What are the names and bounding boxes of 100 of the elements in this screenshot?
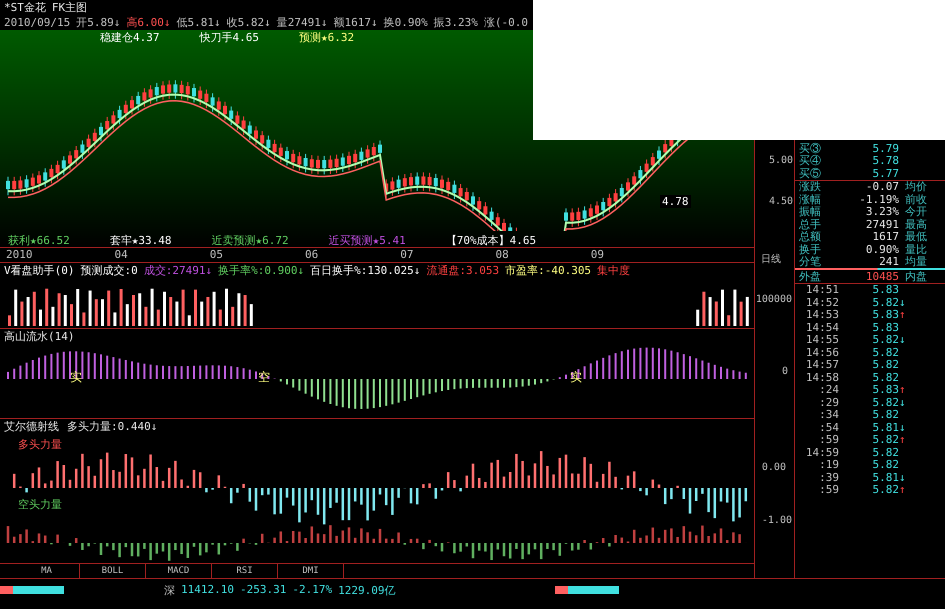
tick-time: :54 <box>818 420 839 434</box>
date-label: 07 <box>400 248 414 262</box>
stat-label: 外盘 <box>799 268 822 284</box>
tick-price: 5.82 <box>872 346 899 359</box>
date-label: 2010 <box>6 248 32 262</box>
quote-value: 振3.23% <box>434 15 478 30</box>
indicator-value: V看盘助手(0) <box>4 263 74 278</box>
stat-value: 1617 <box>872 230 899 244</box>
quote-value: 量27491↓ <box>276 15 328 30</box>
tick-direction: ↓ <box>899 333 906 346</box>
stat-label: 均价 <box>905 179 927 194</box>
indicator-value: 稳建仓4.37 <box>100 30 160 44</box>
tick-price: 5.82 <box>872 296 899 309</box>
stat-label: 今开 <box>905 204 927 218</box>
tick-direction: ↓ <box>899 420 906 434</box>
stat-value: 0.90% <box>864 242 899 256</box>
price-label: 4.78 <box>660 195 690 208</box>
tick-price: 5.82 <box>872 446 899 459</box>
quote-value: 开5.89↓ <box>76 15 120 30</box>
stat-label: 换手 <box>799 242 822 256</box>
tick-direction: ↑ <box>899 383 906 396</box>
tick-time: :34 <box>818 408 839 422</box>
tick-time: :29 <box>818 396 839 409</box>
stat-label: 最低 <box>905 230 927 244</box>
signal-marker: 实 <box>70 368 82 386</box>
stat-label: 前收 <box>905 192 927 206</box>
indicator-value: 【70%成本】4.65 <box>446 233 536 248</box>
indicator-value: 流通盘:3.053 <box>426 263 500 278</box>
indicator-value: 换手率%:0.900↓ <box>218 263 304 278</box>
date-label: 05 <box>210 248 223 262</box>
tick-time: :59 <box>818 483 839 496</box>
tick-direction: ↓ <box>899 470 906 484</box>
tick-price: 5.82 <box>872 396 899 409</box>
stat-value: -1.19% <box>858 192 899 206</box>
tick-price: 5.82 <box>872 358 899 372</box>
bid-price: 5.77 <box>872 166 899 180</box>
tick-price: 5.83 <box>872 383 899 396</box>
tick-time: 14:52 <box>804 296 839 309</box>
indicator-value: 集中度 <box>597 263 630 278</box>
tick-time: :39 <box>818 470 839 484</box>
tick-price: 5.81 <box>872 470 899 484</box>
stat-value: 27491 <box>864 218 899 231</box>
tick-price: 5.82 <box>872 483 899 496</box>
quote-value: 额1617↓ <box>333 15 378 30</box>
tick-direction: ↑ <box>899 308 906 322</box>
market-indicator-icon <box>0 586 64 594</box>
quote-value: 收5.82↓ <box>226 15 271 30</box>
quote-value: 低5.81↓ <box>176 15 221 30</box>
tick-time: :24 <box>818 383 839 396</box>
axis-label: 0 <box>782 366 788 377</box>
date-label: 09 <box>590 248 604 262</box>
index-turnover: 1229.09亿 <box>338 582 396 598</box>
index-value: 11412.10 <box>181 582 234 598</box>
period-label: 日线 <box>761 254 781 265</box>
indicator-value: 百日换手%:130.025↓ <box>310 263 420 278</box>
stat-value: 3.23% <box>864 205 899 218</box>
stat-value: 241 <box>878 255 899 268</box>
tick-time: 14:57 <box>804 358 839 372</box>
index-percent: -2.17% <box>292 582 332 598</box>
tick-time: :19 <box>818 458 839 472</box>
tick-time: 14:54 <box>804 320 839 334</box>
stat-label: 均量 <box>905 254 927 270</box>
stat-value: -0.07 <box>864 180 899 194</box>
bid-label: 买⑤ <box>799 166 822 181</box>
tick-price: 5.83 <box>872 308 899 322</box>
series-label: 多头力量 <box>18 436 62 452</box>
tick-direction: ↑ <box>899 433 906 446</box>
stat-label: 振幅 <box>799 204 822 219</box>
axis-label: 4.50 <box>769 196 794 207</box>
index-change: -253.31 <box>240 582 286 598</box>
bid-label: 买③ <box>799 140 822 155</box>
indicator-value: 套牢★33.48 <box>110 233 172 248</box>
indicator-value: 近买预测★5.41 <box>328 233 406 248</box>
tick-price: 5.82 <box>872 333 899 346</box>
tick-time: :59 <box>818 433 839 446</box>
tick-time: 14:51 <box>804 283 839 296</box>
indicator-value: 市盈率:-40.305 <box>505 263 592 278</box>
quote-value: 高6.00↓ <box>126 15 170 30</box>
bid-price: 5.78 <box>872 154 899 168</box>
panel-title: 艾尔德射线 <box>4 418 59 433</box>
market-name: 深 <box>164 582 175 598</box>
stat-label: 最高 <box>905 216 927 231</box>
quote-value: 2010/09/15 <box>4 16 70 29</box>
quote-value: 换0.90% <box>384 15 428 30</box>
axis-label: -1.00 <box>762 515 792 526</box>
date-label: 06 <box>305 248 318 262</box>
axis-label: 5.00 <box>769 155 794 166</box>
stat-label: 内盘 <box>905 268 927 284</box>
tick-time: 14:59 <box>804 446 839 459</box>
bid-label: 买④ <box>799 154 822 168</box>
panel-title: 高山流水(14) <box>3 328 76 343</box>
indicator-value: 快刀手4.65 <box>200 30 259 44</box>
tick-price: 5.82 <box>872 458 899 472</box>
quote-value: 涨(-0.0 <box>484 15 528 30</box>
stat-label: 涨幅 <box>799 192 822 206</box>
signal-marker: 空 <box>258 368 270 386</box>
indicator-value: 多头力量:0.440↓ <box>67 418 158 433</box>
series-label: 空头力量 <box>18 496 62 512</box>
tick-time: 14:55 <box>804 333 839 346</box>
tick-price: 5.81 <box>872 420 899 434</box>
